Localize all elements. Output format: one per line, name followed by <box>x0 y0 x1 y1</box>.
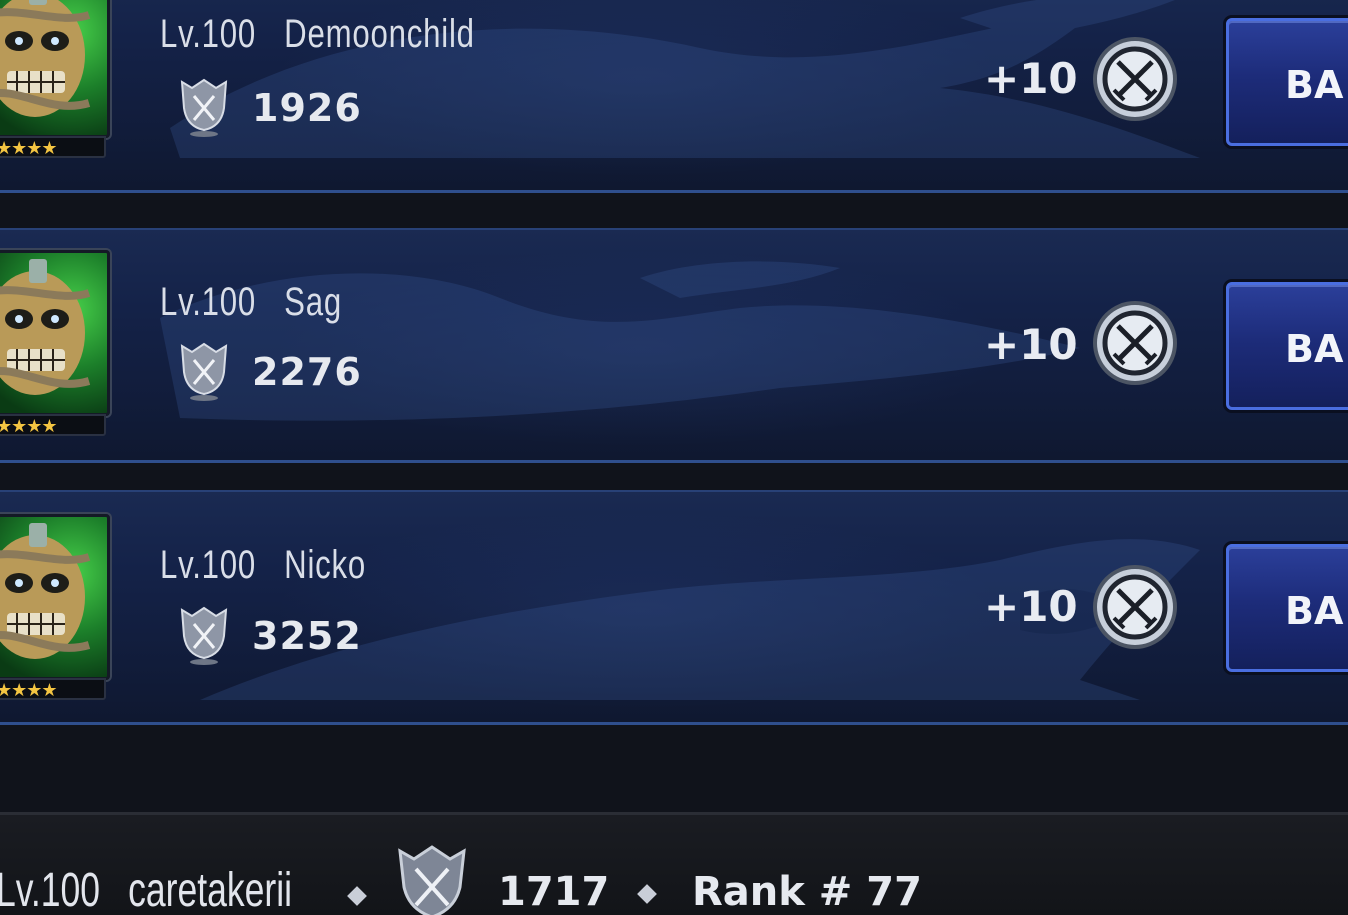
crossed-swords-coin-icon <box>1093 37 1177 121</box>
opponent-portrait[interactable]: ★★★★ <box>0 0 110 168</box>
battle-button[interactable]: BA <box>1226 18 1348 146</box>
crossed-swords-coin-icon <box>1093 301 1177 385</box>
separator-diamond <box>637 884 657 904</box>
battle-button[interactable]: BA <box>1226 282 1348 410</box>
trophy-icon <box>180 78 228 137</box>
opponent-score: 2276 <box>252 350 362 394</box>
pvp-opponent-screen: ★★★★ Lv.100 Demoonchild 1926 +10 BA ★★★★… <box>0 0 1348 915</box>
crossed-swords-coin-icon <box>1093 565 1177 649</box>
player-score: 1717 <box>498 869 610 915</box>
star-rating: ★★★★ <box>0 414 106 437</box>
zombie-avatar <box>0 514 110 680</box>
trophy-icon <box>398 845 466 915</box>
player-status-bar: Lv.100 caretakerii 1717 Rank # 77 <box>0 812 1348 915</box>
reward-points: +10 <box>984 54 1078 103</box>
reward-points: +10 <box>984 582 1078 631</box>
reward-points: +10 <box>984 320 1078 369</box>
player-level: Lv.100 <box>0 864 101 915</box>
opponent-row[interactable]: ★★★★ Lv.100 Nicko 3252 +10 BA <box>0 490 1348 725</box>
opponent-score: 3252 <box>252 614 362 658</box>
opponent-name: Nicko <box>284 543 367 587</box>
zombie-avatar <box>0 250 110 416</box>
opponent-level-name: Lv.100 Nicko <box>160 543 366 588</box>
opponent-level: Lv.100 <box>160 280 257 324</box>
opponent-row[interactable]: ★★★★ Lv.100 Demoonchild 1926 +10 BA <box>0 0 1348 193</box>
separator-diamond <box>347 886 367 906</box>
opponent-level: Lv.100 <box>160 543 257 587</box>
opponent-name: Sag <box>284 280 342 324</box>
player-rank: Rank # 77 <box>692 869 922 915</box>
opponent-level-name: Lv.100 Sag <box>160 280 342 325</box>
opponent-portrait[interactable]: ★★★★ <box>0 250 110 446</box>
battle-button[interactable]: BA <box>1226 544 1348 672</box>
opponent-name: Demoonchild <box>284 12 475 56</box>
player-name: caretakerii <box>128 864 292 915</box>
opponent-level-name: Lv.100 Demoonchild <box>160 12 475 57</box>
opponent-level: Lv.100 <box>160 12 257 56</box>
player-level-name: Lv.100 caretakerii <box>0 863 292 915</box>
star-rating: ★★★★ <box>0 136 106 159</box>
trophy-icon <box>180 606 228 665</box>
zombie-avatar <box>0 0 110 138</box>
star-rating: ★★★★ <box>0 678 106 701</box>
trophy-icon <box>180 342 228 401</box>
opponent-row[interactable]: ★★★★ Lv.100 Sag 2276 +10 BA <box>0 228 1348 463</box>
opponent-score: 1926 <box>252 86 362 130</box>
opponent-portrait[interactable]: ★★★★ <box>0 514 110 710</box>
